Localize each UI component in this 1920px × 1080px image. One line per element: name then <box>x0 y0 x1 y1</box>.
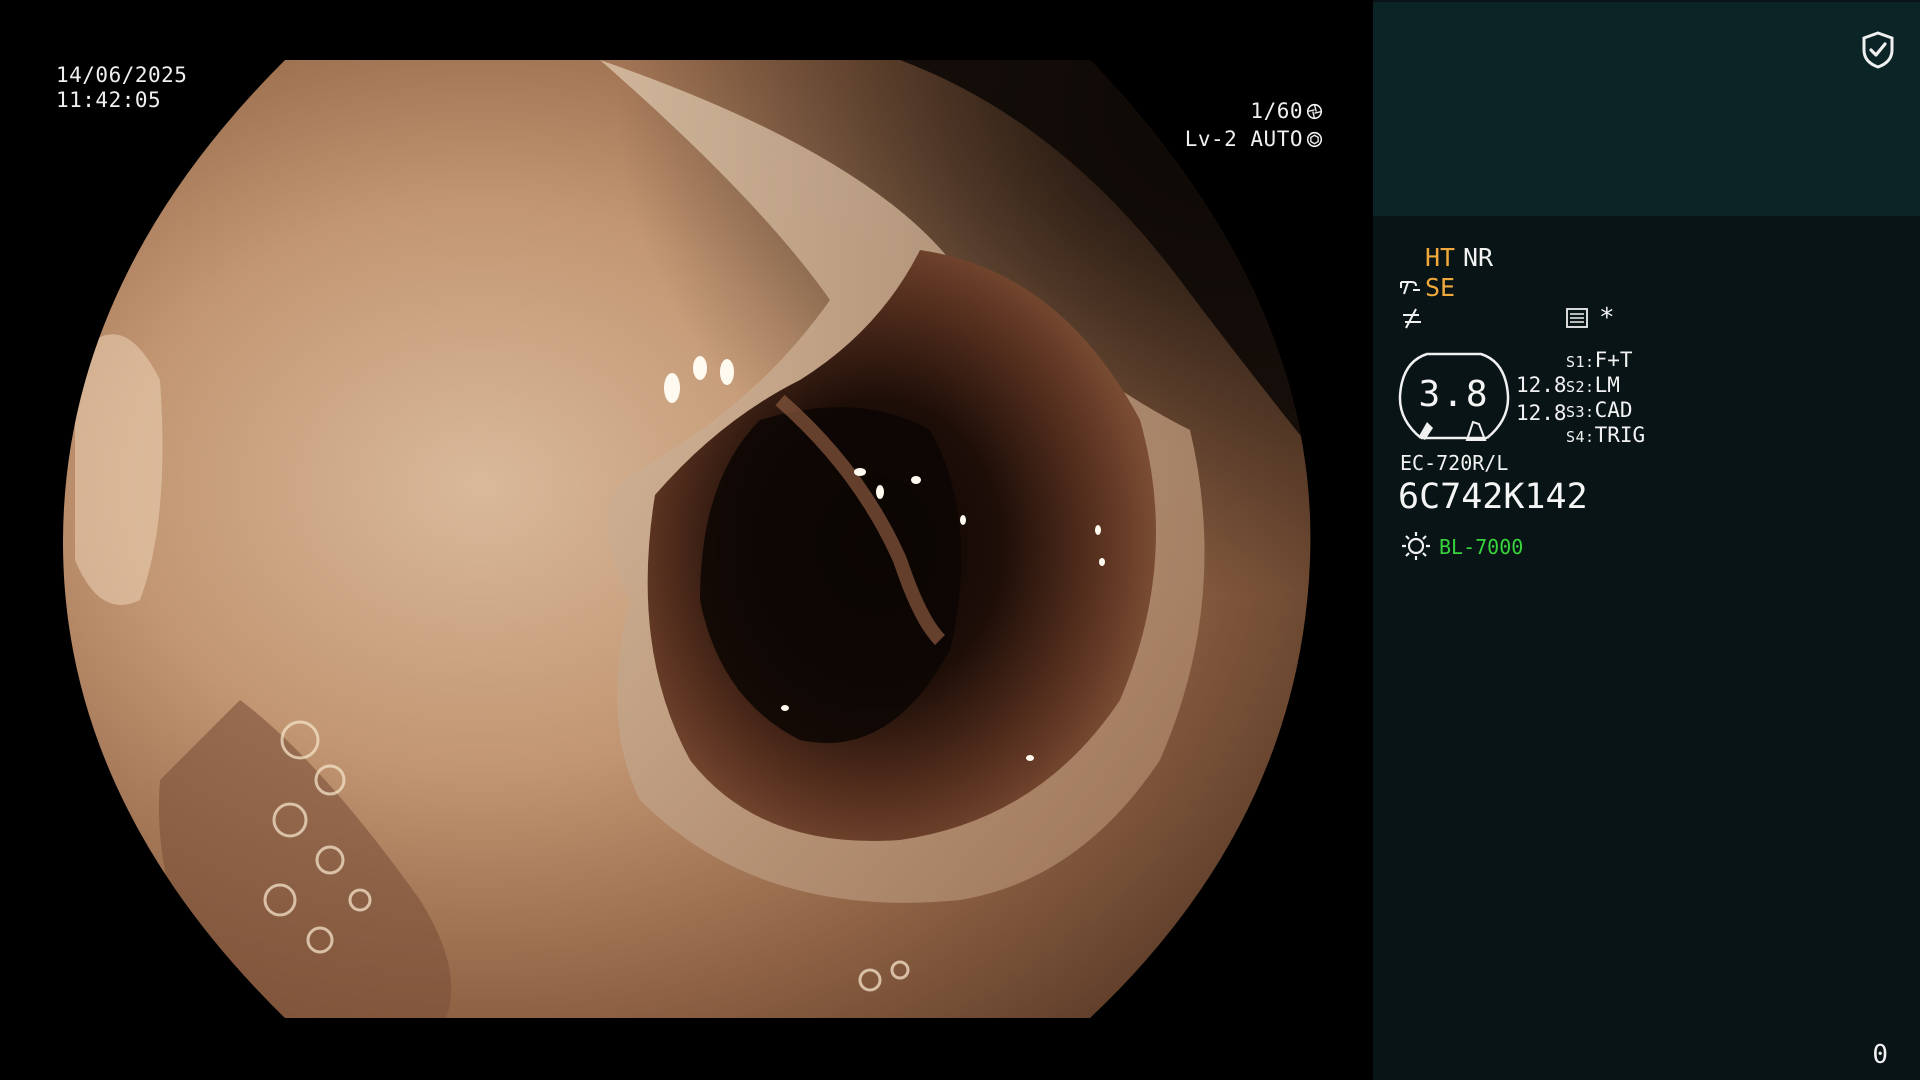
gauge-value: 3.8 <box>1418 374 1490 415</box>
date-time-readout: 14/06/2025 11:42:05 <box>56 63 187 113</box>
nr-mode-label: NR <box>1463 243 1494 272</box>
endoscopic-image <box>0 0 1373 1080</box>
scope-bend-icon <box>1400 281 1420 295</box>
time-text: 11:42:05 <box>56 88 162 112</box>
se-mode-label: SE <box>1425 273 1456 302</box>
switch-row-s1: S1:F+T <box>1566 348 1633 374</box>
iris-icon <box>1306 131 1323 148</box>
iris-text: Lv-2 AUTO <box>1184 127 1303 151</box>
gauge-side-value-bottom: 12.8 <box>1516 401 1567 425</box>
switch-key: S3: <box>1566 403 1595 421</box>
light-source-icon <box>1402 532 1430 560</box>
date-text: 14/06/2025 <box>56 63 188 87</box>
function-icon <box>1403 308 1421 329</box>
switch-key: S1: <box>1566 353 1595 371</box>
light-source-name: BL-7000 <box>1439 535 1524 559</box>
switch-row-s3: S3:CAD <box>1566 398 1633 424</box>
panel-header <box>1373 2 1920 216</box>
scope-serial-number: 6C742K142 <box>1398 477 1588 517</box>
shield-check-icon <box>1862 31 1894 69</box>
switch-value: CAD <box>1594 398 1633 422</box>
iris-readout: Lv-2 AUTO <box>1185 127 1323 152</box>
switch-row-s2: S2:LM <box>1566 373 1620 399</box>
shutter-readout: 1/60 <box>1250 99 1323 124</box>
switch-key: S2: <box>1566 378 1595 396</box>
switch-row-s4: S4:TRIG <box>1566 423 1645 449</box>
ht-mode-label: HT <box>1425 243 1456 272</box>
scope-model: EC-720R/L <box>1400 451 1509 475</box>
image-counter: 0 <box>1872 1040 1888 1070</box>
info-panel: HT NR SE * 3.8 12.8 12.8 S1:F+T S2:LM S3… <box>1373 0 1920 1080</box>
switch-value: F+T <box>1594 348 1633 372</box>
switch-value: LM <box>1594 373 1620 397</box>
gauge-side-value-top: 12.8 <box>1516 373 1567 397</box>
switch-key: S4: <box>1566 428 1595 446</box>
record-list-icon <box>1566 308 1588 328</box>
shutter-icon <box>1306 103 1323 120</box>
asterisk-indicator: * <box>1599 303 1615 333</box>
switch-value: TRIG <box>1594 423 1646 447</box>
endoscope-video-view: 14/06/2025 11:42:05 1/60 Lv-2 AUTO <box>0 0 1373 1080</box>
shutter-text: 1/60 <box>1250 99 1303 123</box>
